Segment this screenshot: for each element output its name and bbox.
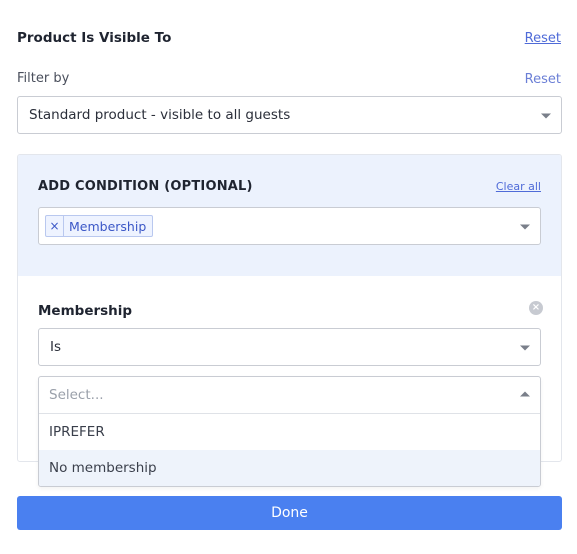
chevron-down-icon[interactable] <box>520 224 530 230</box>
condition-multi-select[interactable]: × Membership <box>38 207 541 245</box>
membership-value-control[interactable]: Select... <box>39 377 540 414</box>
dropdown-option[interactable]: IPREFER <box>39 414 540 450</box>
operator-selected-value: Is <box>50 339 62 355</box>
operator-select[interactable]: Is <box>38 328 541 366</box>
add-condition-header: ADD CONDITION (OPTIONAL) Clear all × Mem… <box>18 155 561 276</box>
filter-by-select[interactable]: Standard product - visible to all guests <box>17 96 562 134</box>
done-button[interactable]: Done <box>17 496 562 530</box>
condition-tag-label: Membership <box>69 218 147 234</box>
filter-by-label: Filter by <box>17 71 70 86</box>
filter-by-selected-value: Standard product - visible to all guests <box>29 107 291 123</box>
add-condition-title: ADD CONDITION (OPTIONAL) <box>38 179 253 194</box>
close-circle-icon[interactable]: × <box>529 301 543 315</box>
condition-tag: × Membership <box>45 215 154 237</box>
chevron-down-icon[interactable] <box>520 345 530 351</box>
dropdown-option[interactable]: No membership <box>39 450 540 486</box>
chevron-up-icon[interactable] <box>520 391 530 397</box>
close-icon[interactable]: × <box>46 216 64 236</box>
membership-value-placeholder: Select... <box>49 387 104 403</box>
reset-all-link[interactable]: Reset <box>525 31 561 46</box>
membership-value-select[interactable]: Select... IPREFER No membership <box>38 376 541 487</box>
chevron-down-icon[interactable] <box>541 113 551 119</box>
clear-all-link[interactable]: Clear all <box>496 180 541 193</box>
panel-title: Product Is Visible To <box>17 30 172 46</box>
rule-title: Membership <box>38 303 133 319</box>
reset-filter-link[interactable]: Reset <box>525 72 561 87</box>
